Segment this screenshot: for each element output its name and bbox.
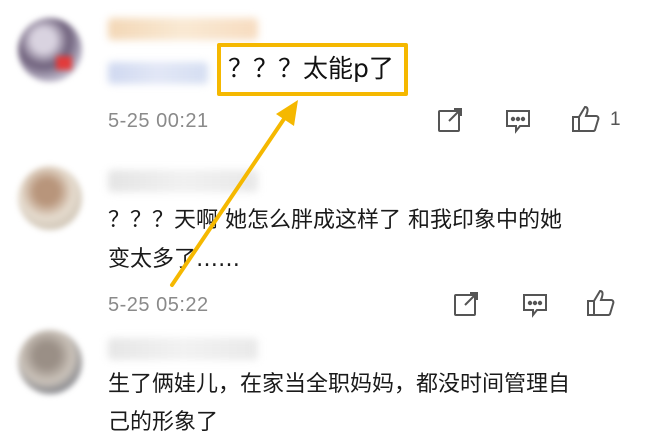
- annotation-arrow-icon: [170, 100, 298, 287]
